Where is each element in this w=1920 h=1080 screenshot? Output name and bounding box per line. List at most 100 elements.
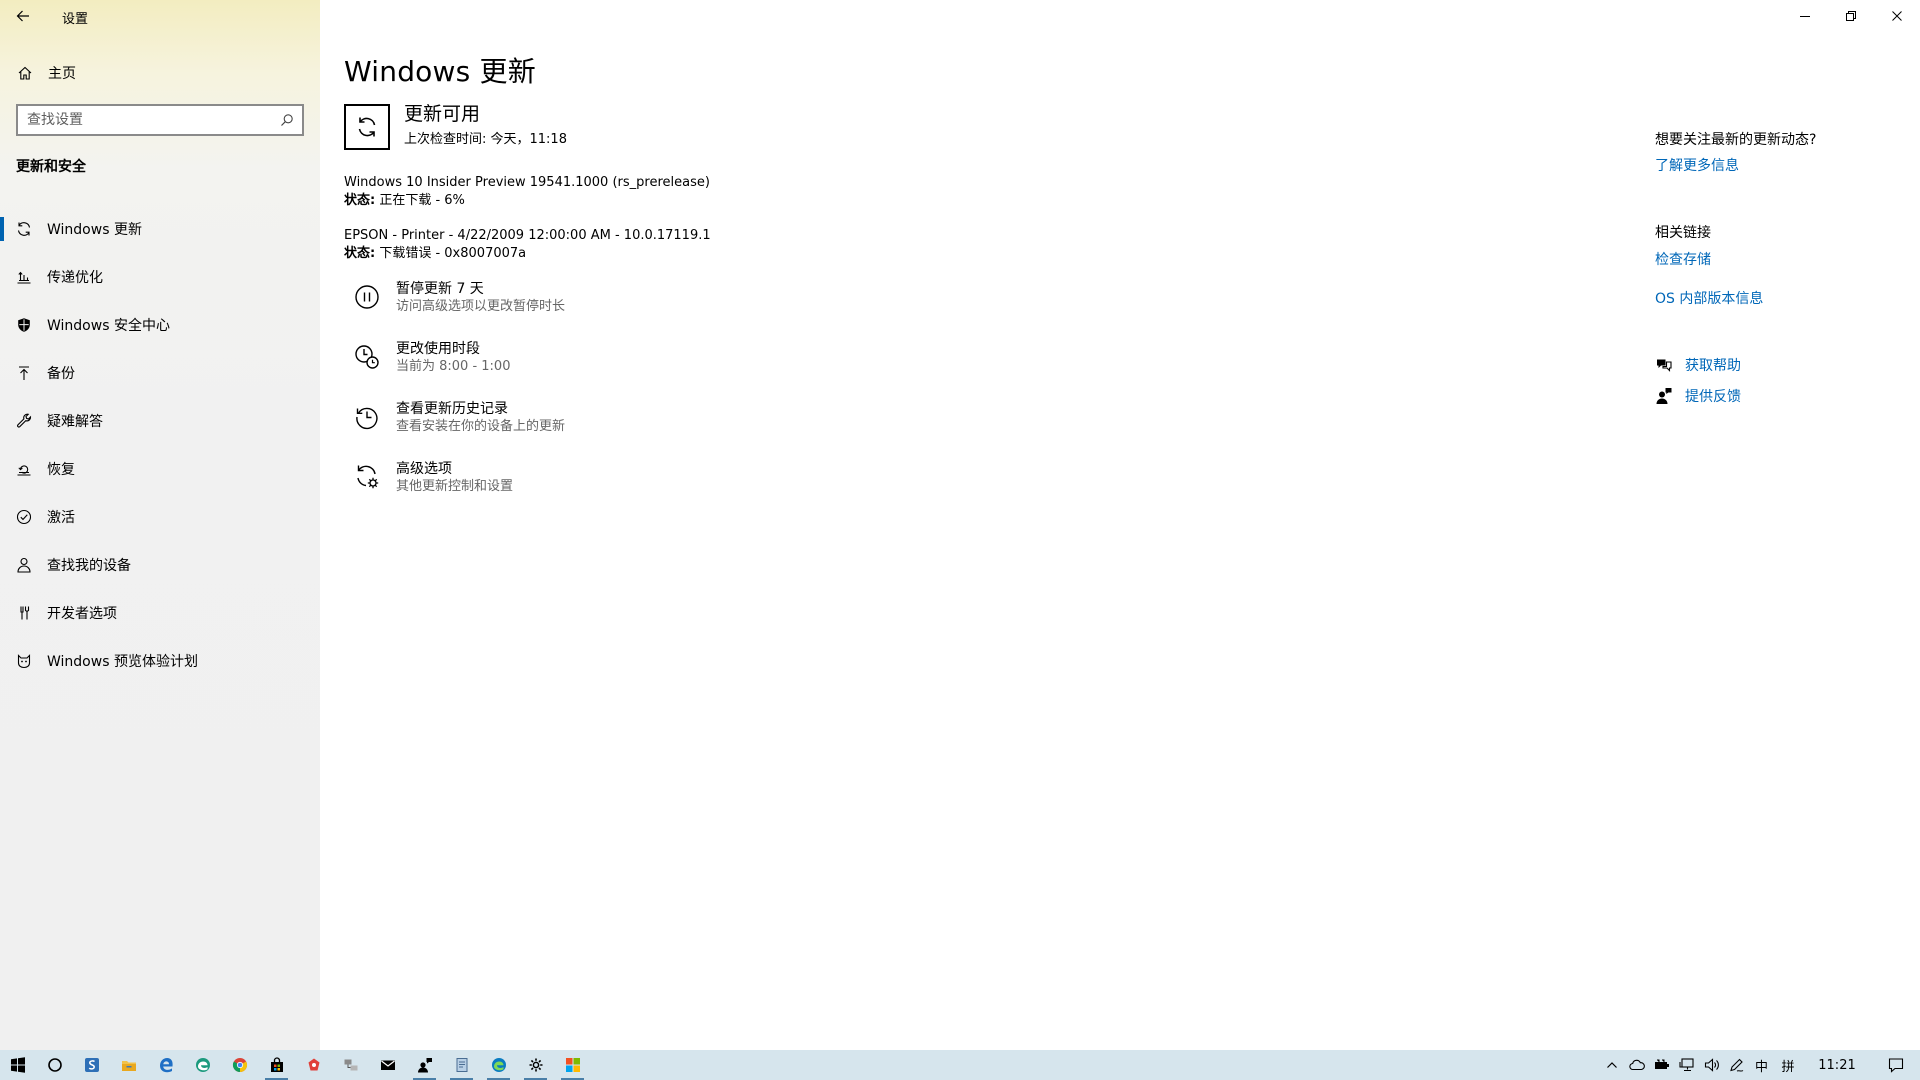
sidebar-item-windows-security[interactable]: Windows 安全中心 <box>0 301 320 349</box>
status-label: 状态: <box>344 193 376 208</box>
sidebar-nav: Windows 更新 传递优化 Windows 安全中心 备份 疑难解答 恢复 … <box>0 205 320 685</box>
edge-icon <box>159 1058 173 1073</box>
red-app-icon <box>308 1058 319 1071</box>
system-tray: 中 拼 11:21 <box>1599 1050 1920 1080</box>
clock[interactable]: 11:21 <box>1802 1050 1872 1080</box>
taskbar-tiles-app[interactable] <box>554 1050 591 1080</box>
action-text: 高级选项 其他更新控制和设置 <box>396 460 513 496</box>
pen-workspace-tray[interactable] <box>1724 1050 1749 1080</box>
titlebar-left: 设置 <box>0 0 320 32</box>
back-arrow-icon <box>16 10 29 22</box>
sidebar-item-developer-options[interactable]: 开发者选项 <box>0 589 320 637</box>
cortana-button[interactable] <box>36 1050 73 1080</box>
os-build-info-link[interactable]: OS 内部版本信息 <box>1655 288 1763 308</box>
settings-window: 设置 主页 更新和安全 Windows 更新 <box>0 0 1920 1080</box>
taskbar-app-s[interactable] <box>73 1050 110 1080</box>
update-name: Windows 10 Insider Preview 19541.1000 (r… <box>344 175 710 190</box>
sidebar-item-activation[interactable]: 激活 <box>0 493 320 541</box>
sidebar-item-troubleshoot[interactable]: 疑难解答 <box>0 397 320 445</box>
sidebar-item-recovery[interactable]: 恢复 <box>0 445 320 493</box>
give-feedback-link[interactable]: 提供反馈 <box>1655 386 1741 406</box>
status-label: 状态: <box>344 246 376 261</box>
sidebar-item-backup[interactable]: 备份 <box>0 349 320 397</box>
start-button[interactable] <box>0 1050 36 1080</box>
status-heading: 更新可用 <box>404 103 481 125</box>
status-value: 下载错误 - 0x8007007a <box>375 246 527 261</box>
action-title: 更改使用时段 <box>396 341 480 357</box>
sidebar-item-label: 开发者选项 <box>47 606 117 622</box>
store-icon <box>270 1057 283 1072</box>
taskbar-edge-beta[interactable] <box>184 1050 221 1080</box>
cortana-icon <box>47 1058 62 1072</box>
advanced-sync-gear-icon <box>352 462 382 492</box>
onedrive-tray[interactable] <box>1624 1050 1649 1080</box>
sidebar-item-windows-update[interactable]: Windows 更新 <box>0 205 320 253</box>
action-text: 更改使用时段 当前为 8:00 - 1:00 <box>396 340 510 376</box>
view-update-history-action[interactable]: 查看更新历史记录 查看安装在你的设备上的更新 <box>352 400 832 460</box>
get-help-label: 获取帮助 <box>1685 358 1741 374</box>
ime-mode[interactable]: 拼 <box>1774 1050 1802 1080</box>
taskbar-people-app[interactable] <box>406 1050 443 1080</box>
sidebar-item-delivery-optimization[interactable]: 传递优化 <box>0 253 320 301</box>
update-available-icon <box>344 104 390 150</box>
action-desc: 当前为 8:00 - 1:00 <box>396 359 511 374</box>
wrench-icon <box>15 412 33 430</box>
close-icon <box>1892 11 1902 21</box>
sidebar-item-windows-insider[interactable]: Windows 预览体验计划 <box>0 637 320 685</box>
home-nav-item[interactable]: 主页 <box>0 56 320 90</box>
shield-icon <box>15 316 33 334</box>
notepad-icon <box>456 1058 467 1072</box>
taskbar-edge[interactable] <box>147 1050 184 1080</box>
check-storage-link[interactable]: 检查存储 <box>1655 249 1711 269</box>
volume-tray[interactable] <box>1699 1050 1724 1080</box>
search-box <box>16 104 304 136</box>
back-button[interactable] <box>8 0 38 32</box>
search-icon[interactable] <box>278 111 296 129</box>
search-input[interactable] <box>27 112 278 128</box>
sync-icon <box>15 220 33 238</box>
help-chat-icon <box>1657 359 1672 372</box>
taskbar-notepad[interactable] <box>443 1050 480 1080</box>
sidebar-item-label: 疑难解答 <box>47 414 103 430</box>
taskbar-settings[interactable] <box>517 1050 554 1080</box>
taskbar-red-app[interactable] <box>295 1050 332 1080</box>
action-text: 暂停更新 7 天 访问高级选项以更改暂停时长 <box>396 280 565 316</box>
show-hidden-icons-button[interactable] <box>1599 1050 1624 1080</box>
battery-tray[interactable] <box>1649 1050 1674 1080</box>
sidebar-item-find-my-device[interactable]: 查找我的设备 <box>0 541 320 589</box>
last-check-time: 上次检查时间: 今天，11:18 <box>404 132 567 147</box>
taskbar-edge-dev[interactable] <box>480 1050 517 1080</box>
taskbar-file-explorer[interactable] <box>110 1050 147 1080</box>
update-actions: 暂停更新 7 天 访问高级选项以更改暂停时长 更改使用时段 当前为 8:00 -… <box>352 280 832 520</box>
get-help-link[interactable]: 获取帮助 <box>1655 355 1741 375</box>
file-explorer-icon <box>121 1061 136 1071</box>
advanced-options-action[interactable]: 高级选项 其他更新控制和设置 <box>352 460 832 520</box>
minimize-button[interactable] <box>1782 0 1828 32</box>
close-button[interactable] <box>1874 0 1920 32</box>
taskbar-store[interactable] <box>258 1050 295 1080</box>
update-status-line: 状态: 正在下载 - 6% <box>344 192 710 210</box>
pause-icon <box>352 282 382 312</box>
change-active-hours-action[interactable]: 更改使用时段 当前为 8:00 - 1:00 <box>352 340 832 400</box>
taskbar-network-app[interactable] <box>332 1050 369 1080</box>
window-controls <box>1782 0 1920 32</box>
feedback-person-icon <box>1656 388 1672 404</box>
learn-more-link[interactable]: 了解更多信息 <box>1655 155 1739 175</box>
delivery-optimization-icon <box>15 268 33 286</box>
ime-language[interactable]: 中 <box>1749 1050 1774 1080</box>
insider-cat-icon <box>15 652 33 670</box>
action-title: 高级选项 <box>396 461 452 477</box>
action-center-button[interactable] <box>1872 1050 1920 1080</box>
pause-updates-action[interactable]: 暂停更新 7 天 访问高级选项以更改暂停时长 <box>352 280 832 340</box>
tiles-app-icon <box>565 1058 580 1072</box>
restore-button[interactable] <box>1828 0 1874 32</box>
sidebar-item-label: Windows 安全中心 <box>47 318 170 334</box>
network-tray[interactable] <box>1674 1050 1699 1080</box>
people-app-icon <box>417 1058 432 1073</box>
sidebar-item-label: 激活 <box>47 510 75 526</box>
settings-gear-icon <box>529 1058 542 1072</box>
taskbar-mail[interactable] <box>369 1050 406 1080</box>
taskbar-chrome[interactable] <box>221 1050 258 1080</box>
start-icon <box>11 1057 25 1073</box>
section-title: 更新和安全 <box>16 159 86 175</box>
